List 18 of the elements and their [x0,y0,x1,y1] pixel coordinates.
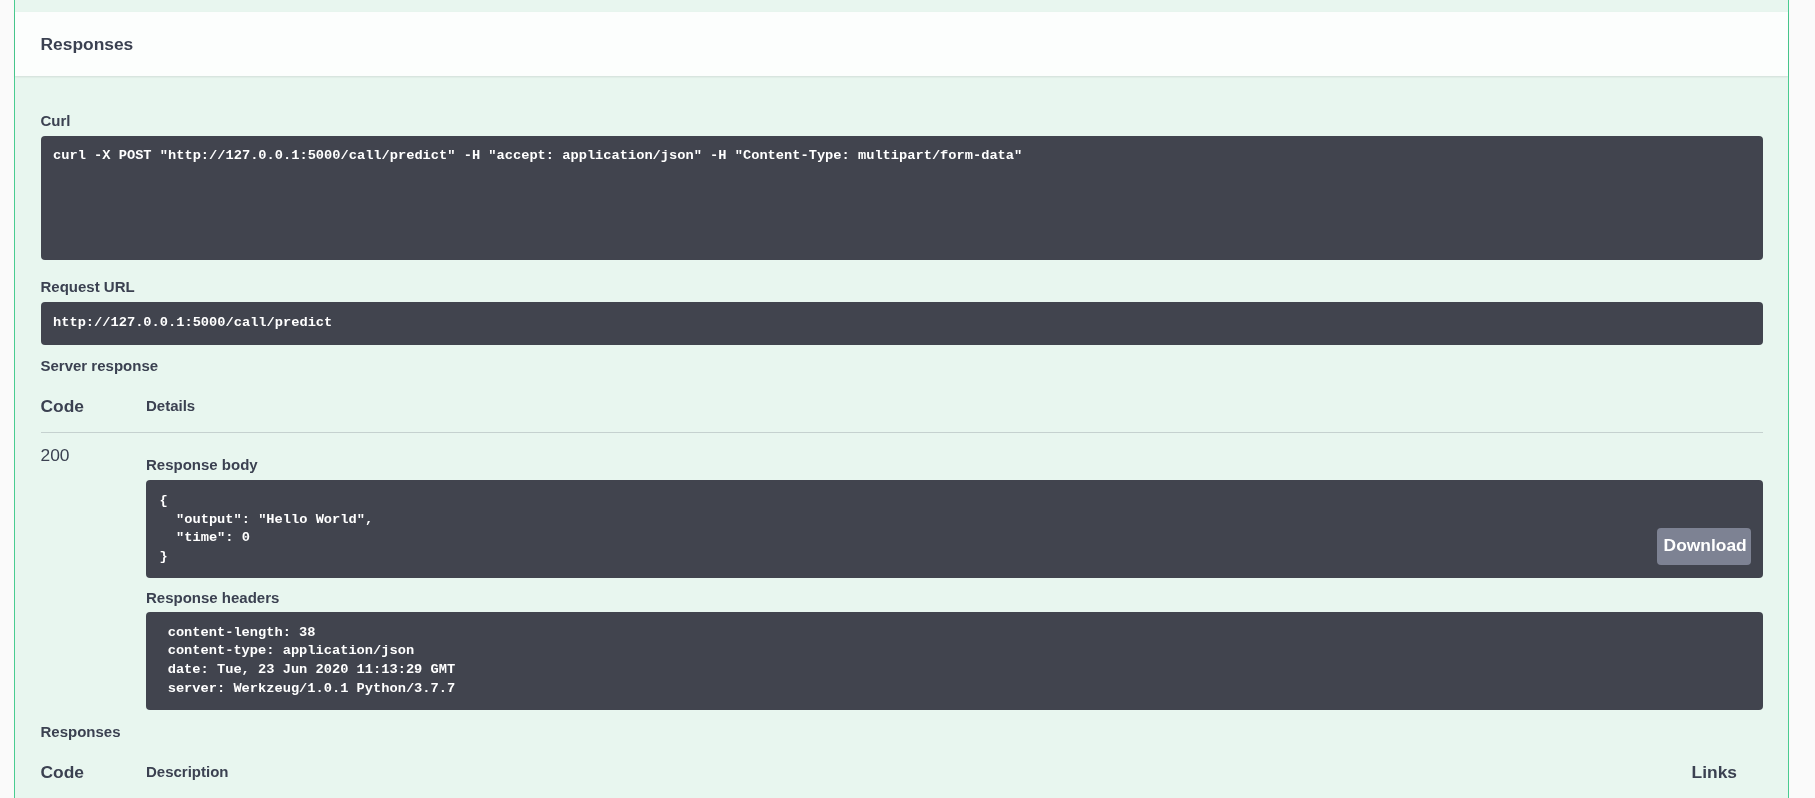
response-body-code: { "output": "Hello World", "time": 0 } [159,492,374,566]
download-button[interactable]: Download [1656,528,1751,566]
section-title: Responses [40,34,134,54]
response-headers-code: content-length: 38 content-type: application/json date: Tue, 23 Jun 2020 11:13:29 GMT server: Werkzeug/1.0.1 Python/3.7.7 [146,612,1763,710]
responses-label: Responses [40,722,121,741]
curl-label: Curl [40,112,71,130]
server-response-label: Server response [40,356,159,375]
column-header: Code [40,761,84,782]
curl-command: curl -X POST "http://127.0.0.1:5000/call/predict" -H "accept: application/json" -H "Content-Type: multipart/form-data" [40,136,1763,260]
request-url-label: Request URL [40,278,135,296]
response-headers-label: Response headers [146,589,280,608]
column-header: Description [146,763,229,781]
column-header: Details [146,397,196,415]
status-code: 200 [40,445,70,466]
response-body-label: Response body [146,456,258,475]
request-url-value: http://127.0.0.1:5000/call/predict [40,302,1763,345]
column-header: Links [1691,761,1737,782]
column-header: Code [40,395,84,416]
